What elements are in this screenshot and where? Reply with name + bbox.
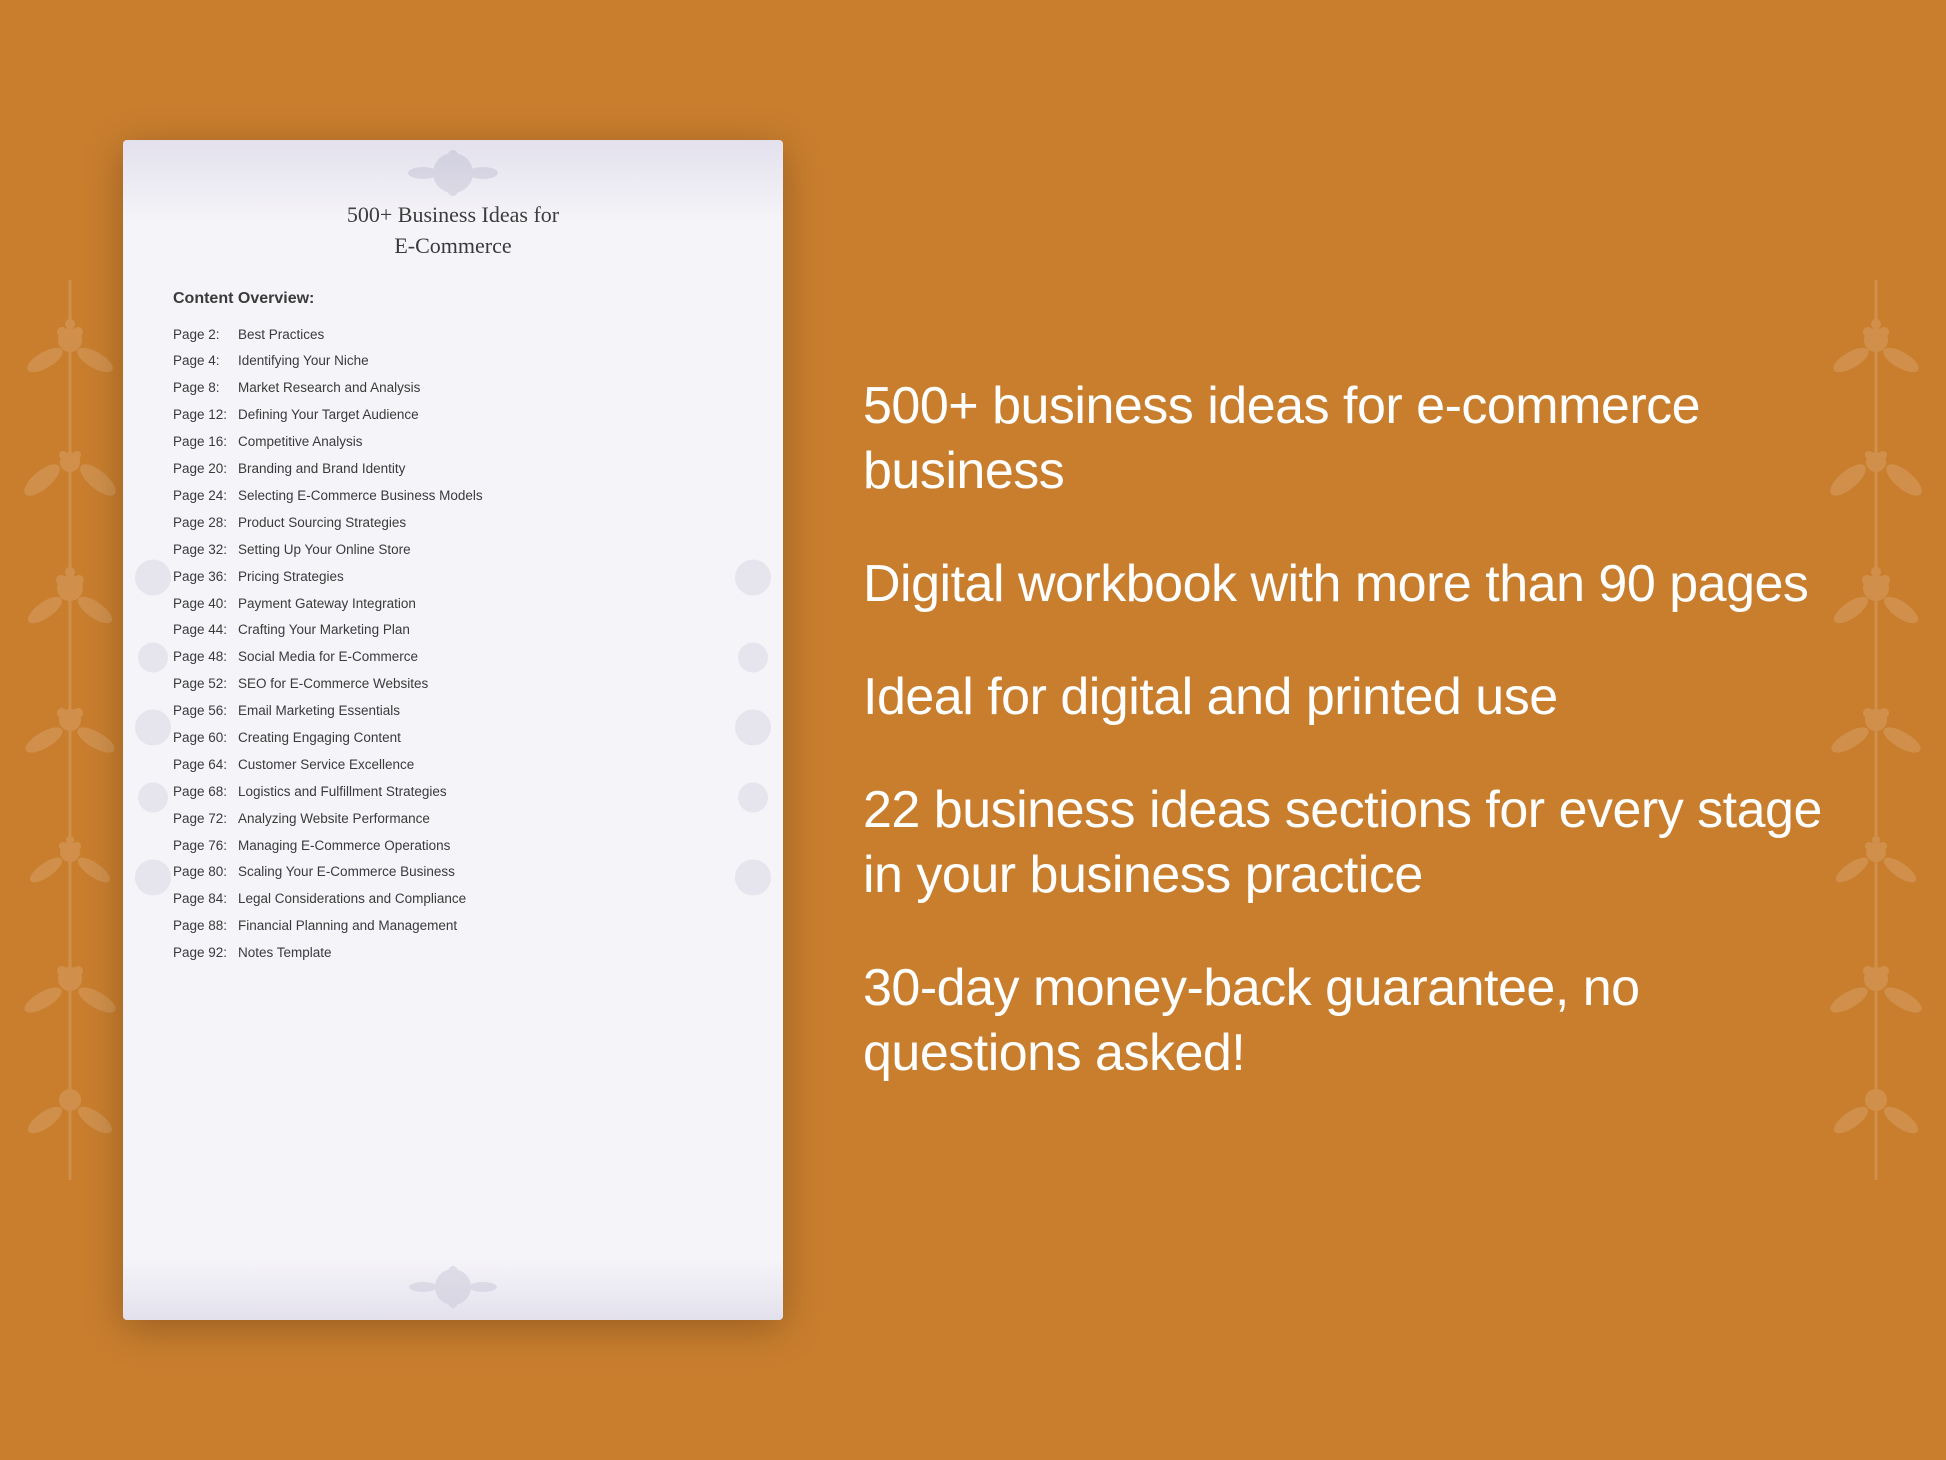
toc-topic: SEO for E-Commerce Websites xyxy=(238,676,428,691)
toc-topic: Financial Planning and Management xyxy=(238,918,457,933)
toc-page-number: Page 40: xyxy=(173,595,238,614)
toc-topic: Setting Up Your Online Store xyxy=(238,542,411,557)
toc-topic: Product Sourcing Strategies xyxy=(238,515,406,530)
floral-decoration-right xyxy=(1806,0,1946,1460)
toc-topic: Logistics and Fulfillment Strategies xyxy=(238,784,447,799)
toc-item: Page 2:Best Practices xyxy=(173,322,743,349)
toc-page-number: Page 8: xyxy=(173,379,238,398)
toc-topic: Defining Your Target Audience xyxy=(238,407,419,422)
doc-bottom-decoration xyxy=(303,1265,603,1310)
toc-item: Page 28:Product Sourcing Strategies xyxy=(173,510,743,537)
toc-item: Page 72:Analyzing Website Performance xyxy=(173,806,743,833)
toc-page-number: Page 16: xyxy=(173,433,238,452)
toc-item: Page 40:Payment Gateway Integration xyxy=(173,591,743,618)
toc-topic: Market Research and Analysis xyxy=(238,380,420,395)
toc-page-number: Page 72: xyxy=(173,810,238,829)
toc-topic: Identifying Your Niche xyxy=(238,353,369,368)
toc-item: Page 48:Social Media for E-Commerce xyxy=(173,644,743,671)
toc-item: Page 36:Pricing Strategies xyxy=(173,564,743,591)
features-panel: 500+ business ideas for e-commerce busin… xyxy=(843,374,1823,1086)
toc-topic: Scaling Your E-Commerce Business xyxy=(238,864,455,879)
toc-topic: Legal Considerations and Compliance xyxy=(238,891,466,906)
toc-topic: Managing E-Commerce Operations xyxy=(238,838,450,853)
toc-item: Page 68:Logistics and Fulfillment Strate… xyxy=(173,779,743,806)
toc-page-number: Page 36: xyxy=(173,568,238,587)
toc-topic: Branding and Brand Identity xyxy=(238,461,405,476)
feature-text-4: 22 business ideas sections for every sta… xyxy=(863,778,1823,908)
toc-topic: Crafting Your Marketing Plan xyxy=(238,622,410,637)
toc-page-number: Page 12: xyxy=(173,406,238,425)
toc-item: Page 84:Legal Considerations and Complia… xyxy=(173,886,743,913)
toc-topic: Competitive Analysis xyxy=(238,434,363,449)
document-title: 500+ Business Ideas for E-Commerce xyxy=(163,200,743,262)
toc-item: Page 44:Crafting Your Marketing Plan xyxy=(173,617,743,644)
toc-topic: Email Marketing Essentials xyxy=(238,703,400,718)
toc-page-number: Page 68: xyxy=(173,783,238,802)
toc-page-number: Page 20: xyxy=(173,460,238,479)
toc-page-number: Page 52: xyxy=(173,675,238,694)
toc-page-number: Page 84: xyxy=(173,890,238,909)
toc-topic: Payment Gateway Integration xyxy=(238,596,416,611)
feature-text-2: Digital workbook with more than 90 pages xyxy=(863,552,1823,617)
toc-topic: Customer Service Excellence xyxy=(238,757,414,772)
doc-top-decoration xyxy=(303,148,603,198)
toc-page-number: Page 24: xyxy=(173,487,238,506)
toc-item: Page 32:Setting Up Your Online Store xyxy=(173,537,743,564)
toc-item: Page 92:Notes Template xyxy=(173,940,743,967)
toc-page-number: Page 60: xyxy=(173,729,238,748)
toc-item: Page 60:Creating Engaging Content xyxy=(173,725,743,752)
floral-decoration-left xyxy=(0,0,140,1460)
toc-item: Page 52:SEO for E-Commerce Websites xyxy=(173,671,743,698)
toc-page-number: Page 4: xyxy=(173,352,238,371)
toc-topic: Notes Template xyxy=(238,945,332,960)
toc-page-number: Page 92: xyxy=(173,944,238,963)
toc-page-number: Page 44: xyxy=(173,621,238,640)
toc-section-header: Content Overview: xyxy=(163,290,743,308)
toc-item: Page 80:Scaling Your E-Commerce Business xyxy=(173,859,743,886)
toc-item: Page 64:Customer Service Excellence xyxy=(173,752,743,779)
toc-page-number: Page 76: xyxy=(173,837,238,856)
toc-item: Page 4:Identifying Your Niche xyxy=(173,348,743,375)
toc-page-number: Page 80: xyxy=(173,863,238,882)
toc-item: Page 12:Defining Your Target Audience xyxy=(173,402,743,429)
toc-page-number: Page 64: xyxy=(173,756,238,775)
toc-item: Page 76:Managing E-Commerce Operations xyxy=(173,833,743,860)
toc-topic: Social Media for E-Commerce xyxy=(238,649,418,664)
doc-left-decoration xyxy=(128,528,178,933)
toc-topic: Analyzing Website Performance xyxy=(238,811,430,826)
toc-page-number: Page 88: xyxy=(173,917,238,936)
feature-text-5: 30-day money-back guarantee, no question… xyxy=(863,956,1823,1086)
toc-item: Page 20:Branding and Brand Identity xyxy=(173,456,743,483)
toc-item: Page 24:Selecting E-Commerce Business Mo… xyxy=(173,483,743,510)
toc-page-number: Page 28: xyxy=(173,514,238,533)
doc-right-decoration xyxy=(728,528,778,933)
toc-item: Page 56:Email Marketing Essentials xyxy=(173,698,743,725)
toc-item: Page 16:Competitive Analysis xyxy=(173,429,743,456)
toc-item: Page 88:Financial Planning and Managemen… xyxy=(173,913,743,940)
toc-topic: Creating Engaging Content xyxy=(238,730,401,745)
toc-page-number: Page 32: xyxy=(173,541,238,560)
content-wrapper: 500+ Business Ideas for E-Commerce Conte… xyxy=(123,80,1823,1380)
feature-text-3: Ideal for digital and printed use xyxy=(863,665,1823,730)
toc-list: Page 2:Best PracticesPage 4:Identifying … xyxy=(163,322,743,967)
toc-page-number: Page 56: xyxy=(173,702,238,721)
toc-page-number: Page 2: xyxy=(173,326,238,345)
document-preview: 500+ Business Ideas for E-Commerce Conte… xyxy=(123,140,783,1320)
feature-text-1: 500+ business ideas for e-commerce busin… xyxy=(863,374,1823,504)
toc-topic: Selecting E-Commerce Business Models xyxy=(238,488,483,503)
toc-topic: Best Practices xyxy=(238,327,324,342)
toc-item: Page 8:Market Research and Analysis xyxy=(173,375,743,402)
toc-topic: Pricing Strategies xyxy=(238,569,344,584)
toc-page-number: Page 48: xyxy=(173,648,238,667)
